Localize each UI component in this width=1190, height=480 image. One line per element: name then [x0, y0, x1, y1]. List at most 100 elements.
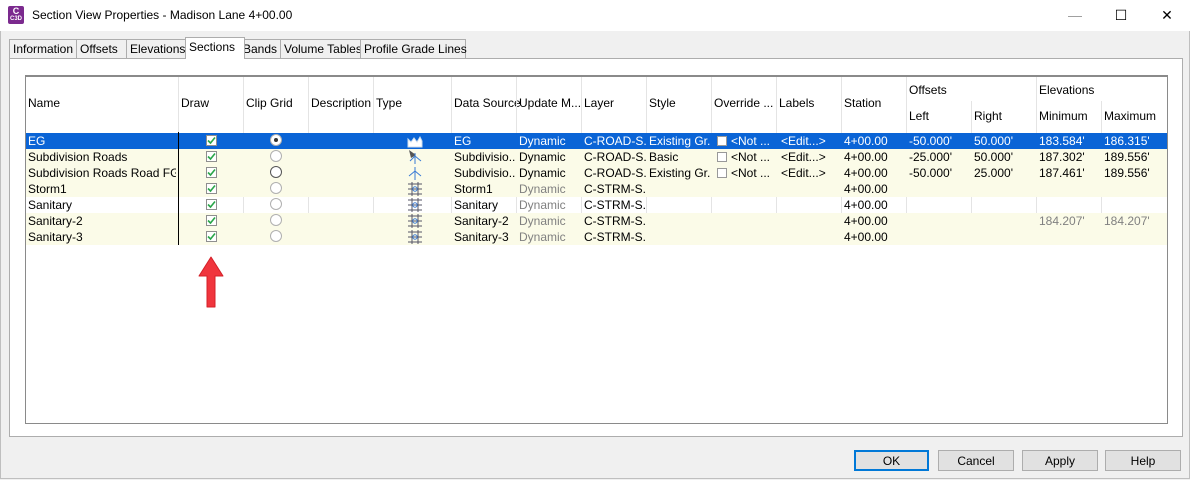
- row-offset-left: -50.000': [909, 166, 952, 180]
- col-header-description[interactable]: Description: [311, 96, 371, 110]
- tab-volume-tables[interactable]: Volume Tables: [280, 39, 362, 58]
- sections-tab-panel: Name Draw Clip Grid Description Type Dat…: [9, 58, 1183, 437]
- clip-grid-radio[interactable]: [270, 230, 282, 242]
- row-elev-min: 183.584': [1039, 134, 1085, 148]
- table-row[interactable]: Storm1 Storm1 Dynamic C-STRM-S... 4+00.0…: [26, 181, 1167, 197]
- row-labels[interactable]: <Edit...>: [781, 165, 826, 181]
- col-header-maximum[interactable]: Maximum: [1104, 109, 1156, 123]
- pipe-network-icon: [408, 214, 422, 228]
- draw-checkbox[interactable]: [206, 199, 217, 210]
- table-row[interactable]: Sanitary-2 Sanitary-2 Dynamic C-STRM-S..…: [26, 213, 1167, 229]
- tab-bands[interactable]: Bands: [239, 39, 282, 58]
- tab-information[interactable]: Information: [9, 39, 77, 58]
- row-name: Sanitary-2: [28, 214, 83, 228]
- col-header-left[interactable]: Left: [909, 109, 929, 123]
- row-name: Sanitary-3: [28, 230, 83, 244]
- row-elev-max: 189.556': [1104, 150, 1150, 164]
- ok-button[interactable]: OK: [854, 450, 929, 471]
- row-layer: C-STRM-S...: [584, 182, 646, 196]
- draw-checkbox[interactable]: [206, 151, 217, 162]
- table-row[interactable]: Subdivision Roads Subdivisio... Dynamic …: [26, 149, 1167, 165]
- col-header-update-mode[interactable]: Update M...: [519, 96, 581, 110]
- row-override: <Not ...: [731, 134, 771, 148]
- override-checkbox[interactable]: [717, 136, 727, 146]
- window-title: Section View Properties - Madison Lane 4…: [32, 8, 293, 22]
- clip-grid-radio[interactable]: [270, 134, 282, 146]
- col-header-override[interactable]: Override ...: [714, 96, 773, 110]
- row-style: Existing Gr...: [649, 166, 711, 180]
- col-header-name[interactable]: Name: [28, 96, 60, 110]
- row-data-source: Sanitary-3: [454, 230, 509, 244]
- draw-checkbox[interactable]: [206, 183, 217, 194]
- table-row[interactable]: Subdivision Roads Road FG Subdivisio... …: [26, 165, 1167, 181]
- row-layer: C-STRM-S...: [584, 230, 646, 244]
- row-elev-max: 184.207': [1104, 214, 1150, 228]
- row-override: <Not ...: [731, 150, 771, 164]
- apply-button[interactable]: Apply: [1022, 450, 1098, 471]
- row-offset-right: 50.000': [974, 150, 1013, 164]
- row-update-mode: Dynamic: [519, 198, 566, 212]
- clip-grid-radio[interactable]: [270, 214, 282, 226]
- tab-offsets[interactable]: Offsets: [76, 39, 128, 58]
- col-header-style[interactable]: Style: [649, 96, 676, 110]
- override-checkbox[interactable]: [717, 152, 727, 162]
- draw-checkbox[interactable]: [206, 135, 217, 146]
- col-header-right[interactable]: Right: [974, 109, 1002, 123]
- row-data-source: Sanitary-2: [454, 214, 509, 228]
- table-row[interactable]: Sanitary Sanitary Dynamic C-STRM-S... 4+…: [26, 197, 1167, 213]
- draw-checkbox[interactable]: [206, 167, 217, 178]
- row-labels[interactable]: <Edit...>: [781, 149, 826, 165]
- draw-checkbox[interactable]: [206, 231, 217, 242]
- row-override: <Not ...: [731, 166, 771, 180]
- clip-grid-radio[interactable]: [270, 150, 282, 162]
- row-layer: C-ROAD-S...: [584, 166, 646, 180]
- col-header-minimum[interactable]: Minimum: [1039, 109, 1088, 123]
- draw-checkbox[interactable]: [206, 215, 217, 226]
- tab-profile-grade-lines[interactable]: Profile Grade Lines: [360, 39, 467, 58]
- row-data-source: Subdivisio...: [454, 150, 516, 164]
- override-checkbox[interactable]: [717, 168, 727, 178]
- col-header-clip-grid[interactable]: Clip Grid: [246, 96, 293, 110]
- col-header-labels[interactable]: Labels: [779, 96, 814, 110]
- minimize-button[interactable]: —: [1052, 0, 1098, 31]
- col-header-layer[interactable]: Layer: [584, 96, 614, 110]
- row-station: 4+00.00: [844, 134, 888, 148]
- pipe-network-icon: [408, 230, 422, 244]
- clip-grid-radio[interactable]: [270, 166, 282, 178]
- row-labels[interactable]: <Edit...>: [781, 133, 826, 149]
- clip-grid-radio[interactable]: [270, 198, 282, 210]
- civil3d-app-icon: C C3D: [8, 6, 24, 24]
- row-name: EG: [28, 134, 46, 148]
- col-header-station[interactable]: Station: [844, 96, 881, 110]
- tab-elevations[interactable]: Elevations: [126, 39, 190, 58]
- col-header-draw[interactable]: Draw: [181, 96, 209, 110]
- clip-grid-radio[interactable]: [270, 182, 282, 194]
- sections-grid: Name Draw Clip Grid Description Type Dat…: [25, 75, 1168, 424]
- row-station: 4+00.00: [844, 198, 888, 212]
- cancel-button[interactable]: Cancel: [938, 450, 1014, 471]
- table-row[interactable]: EG EG Dynamic C-ROAD-S... Existing Gr...…: [26, 133, 1167, 149]
- row-layer: C-STRM-S...: [584, 198, 646, 212]
- maximize-button[interactable]: ☐: [1098, 0, 1144, 31]
- tab-sections[interactable]: Sections: [185, 37, 245, 59]
- row-layer: C-ROAD-S...: [584, 134, 646, 148]
- table-row[interactable]: Sanitary-3 Sanitary-3 Dynamic C-STRM-S..…: [26, 229, 1167, 245]
- row-layer: C-STRM-S...: [584, 214, 646, 228]
- row-name: Subdivision Roads: [28, 150, 128, 164]
- surface-line-icon: [408, 167, 422, 180]
- row-name: Subdivision Roads Road FG: [28, 166, 176, 180]
- row-data-source: Storm1: [454, 182, 493, 196]
- row-elev-min: 187.461': [1039, 166, 1085, 180]
- row-data-source: Subdivisio...: [454, 166, 516, 180]
- col-header-type[interactable]: Type: [376, 96, 402, 110]
- name-column-separator: [178, 132, 179, 245]
- row-update-mode: Dynamic: [519, 134, 566, 148]
- surface-section-icon: [407, 135, 423, 148]
- close-button[interactable]: ✕: [1144, 0, 1190, 31]
- row-update-mode: Dynamic: [519, 166, 566, 180]
- corridor-section-icon: [409, 150, 422, 164]
- col-header-data-source[interactable]: Data Source: [454, 96, 521, 110]
- help-button[interactable]: Help: [1105, 450, 1181, 471]
- row-elev-min: 187.302': [1039, 150, 1085, 164]
- row-layer: C-ROAD-S...: [584, 150, 646, 164]
